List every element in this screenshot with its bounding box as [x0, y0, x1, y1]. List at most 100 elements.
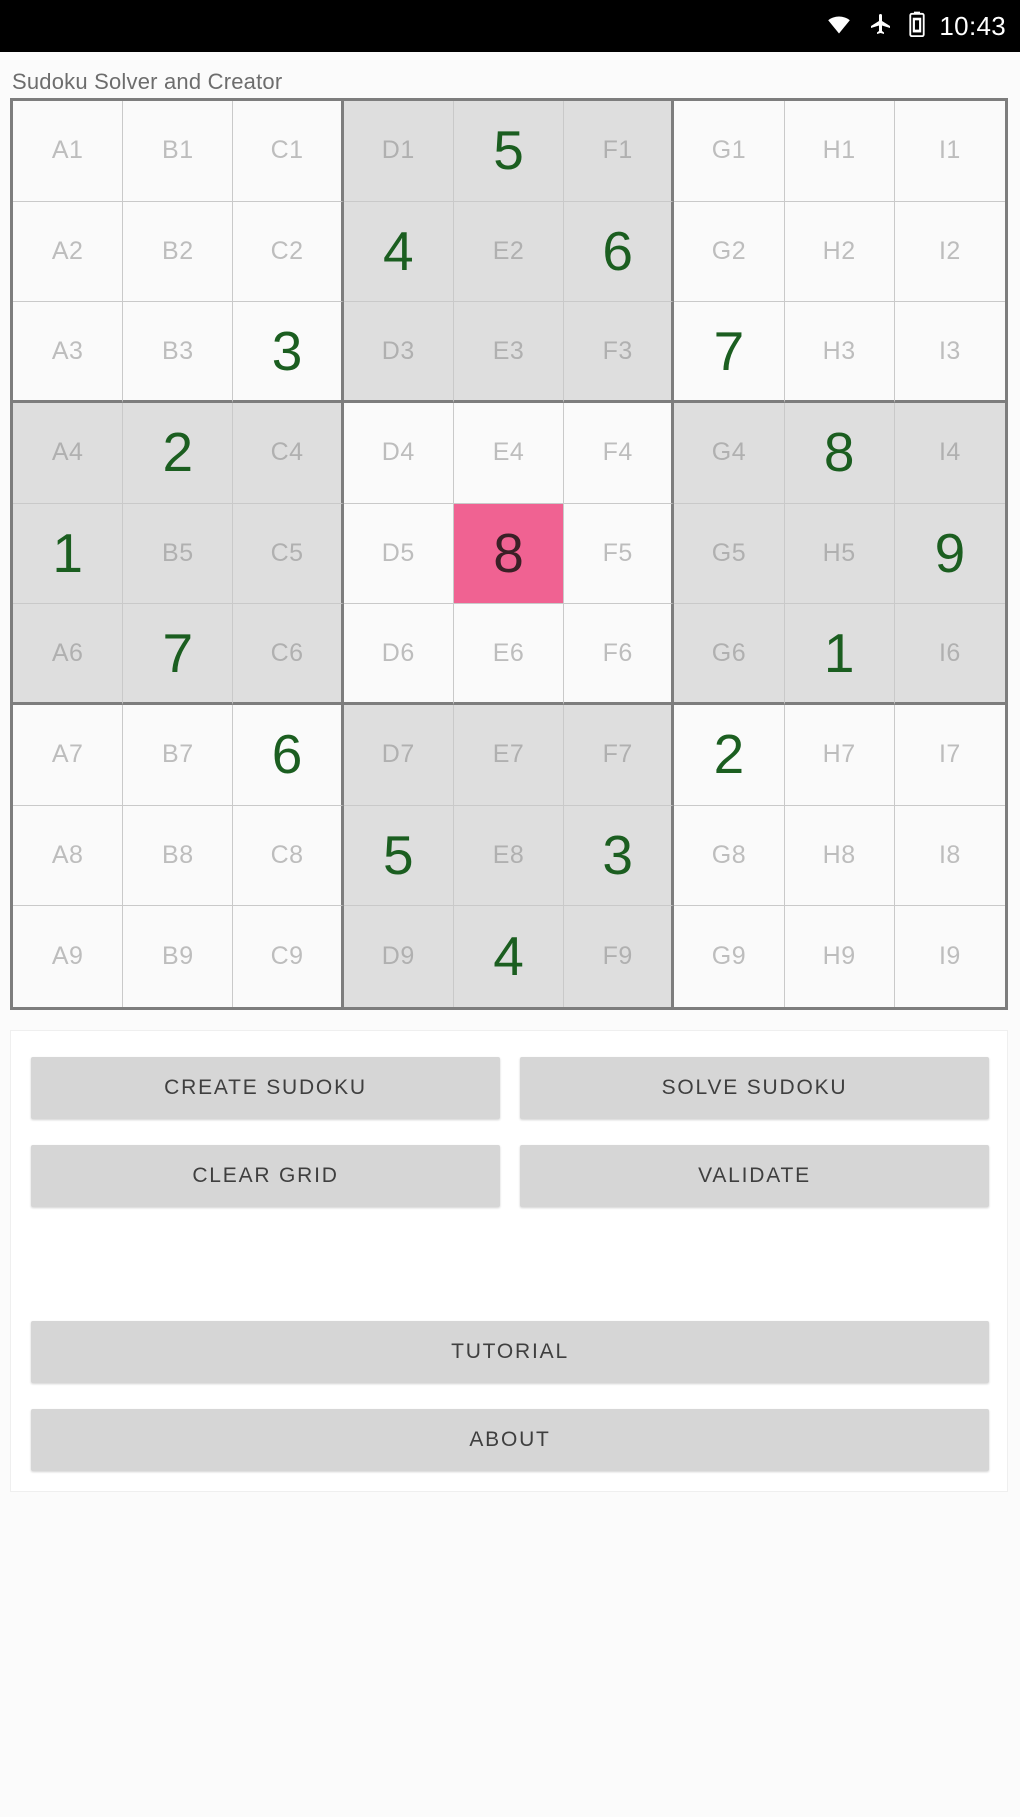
grid-cell-h6[interactable]: 1	[784, 604, 895, 705]
grid-cell-a2[interactable]: A2	[13, 201, 124, 303]
grid-cell-d5[interactable]: D5	[343, 503, 454, 605]
grid-cell-a7[interactable]: A7	[13, 704, 124, 806]
grid-cell-e3[interactable]: E3	[453, 302, 565, 403]
grid-cell-e8[interactable]: E8	[453, 805, 565, 907]
grid-cell-b9[interactable]: B9	[123, 906, 234, 1007]
grid-cell-b3[interactable]: B3	[123, 302, 234, 403]
grid-cell-a4[interactable]: A4	[13, 402, 124, 504]
grid-cell-b2[interactable]: B2	[123, 201, 234, 303]
grid-cell-h7[interactable]: H7	[784, 704, 895, 806]
grid-cell-f1[interactable]: F1	[564, 101, 675, 202]
grid-cell-h1[interactable]: H1	[784, 101, 895, 202]
grid-cell-g4[interactable]: G4	[674, 402, 785, 504]
grid-cell-f2[interactable]: 6	[564, 201, 675, 303]
grid-cell-h3[interactable]: H3	[784, 302, 895, 403]
grid-cell-b4[interactable]: 2	[123, 402, 234, 504]
grid-cell-d6[interactable]: D6	[343, 604, 454, 705]
grid-cell-g7[interactable]: 2	[674, 704, 785, 806]
grid-cell-b7[interactable]: B7	[123, 704, 234, 806]
cell-coordinate-label: B7	[162, 740, 194, 769]
grid-cell-i5[interactable]: 9	[894, 503, 1005, 605]
grid-cell-f9[interactable]: F9	[564, 906, 675, 1007]
cell-coordinate-label: G5	[711, 538, 747, 567]
grid-cell-e4[interactable]: E4	[453, 402, 565, 504]
grid-cell-h4[interactable]: 8	[784, 402, 895, 504]
grid-cell-e7[interactable]: E7	[453, 704, 565, 806]
grid-cell-c3[interactable]: 3	[233, 302, 344, 403]
grid-cell-i2[interactable]: I2	[894, 201, 1005, 303]
grid-cell-f4[interactable]: F4	[564, 402, 675, 504]
grid-cell-e6[interactable]: E6	[453, 604, 565, 705]
tutorial-button[interactable]: TUTORIAL	[31, 1321, 989, 1383]
about-button[interactable]: ABOUT	[31, 1409, 989, 1471]
grid-cell-g8[interactable]: G8	[674, 805, 785, 907]
grid-cell-h8[interactable]: H8	[784, 805, 895, 907]
grid-cell-a3[interactable]: A3	[13, 302, 124, 403]
grid-cell-f5[interactable]: F5	[564, 503, 675, 605]
grid-cell-d1[interactable]: D1	[343, 101, 454, 202]
grid-cell-i7[interactable]: I7	[894, 704, 1005, 806]
grid-cell-c2[interactable]: C2	[233, 201, 344, 303]
grid-cell-c9[interactable]: C9	[233, 906, 344, 1007]
grid-cell-c4[interactable]: C4	[233, 402, 344, 504]
create-sudoku-button[interactable]: CREATE SUDOKU	[31, 1057, 500, 1119]
grid-cell-a5[interactable]: 1	[13, 503, 124, 605]
grid-cell-c1[interactable]: C1	[233, 101, 344, 202]
grid-cell-f3[interactable]: F3	[564, 302, 675, 403]
grid-cell-g3[interactable]: 7	[674, 302, 785, 403]
cell-coordinate-label: D9	[381, 942, 415, 971]
grid-cell-h2[interactable]: H2	[784, 201, 895, 303]
grid-cell-b6[interactable]: 7	[123, 604, 234, 705]
grid-cell-f7[interactable]: F7	[564, 704, 675, 806]
grid-cell-b1[interactable]: B1	[123, 101, 234, 202]
grid-cell-b5[interactable]: B5	[123, 503, 234, 605]
grid-cell-d7[interactable]: D7	[343, 704, 454, 806]
grid-cell-a1[interactable]: A1	[13, 101, 124, 202]
grid-cell-f6[interactable]: F6	[564, 604, 675, 705]
grid-cell-d2[interactable]: 4	[343, 201, 454, 303]
grid-cell-i1[interactable]: I1	[894, 101, 1005, 202]
grid-cell-c7[interactable]: 6	[233, 704, 344, 806]
grid-cell-a8[interactable]: A8	[13, 805, 124, 907]
grid-cell-a9[interactable]: A9	[13, 906, 124, 1007]
cell-coordinate-label: I6	[938, 638, 961, 667]
grid-cell-h5[interactable]: H5	[784, 503, 895, 605]
grid-cell-g6[interactable]: G6	[674, 604, 785, 705]
grid-cell-i4[interactable]: I4	[894, 402, 1005, 504]
grid-cell-c5[interactable]: C5	[233, 503, 344, 605]
clear-grid-button[interactable]: CLEAR GRID	[31, 1145, 500, 1207]
solve-sudoku-button[interactable]: SOLVE SUDOKU	[520, 1057, 989, 1119]
secondary-button-row: CLEAR GRID VALIDATE	[31, 1145, 989, 1207]
cell-coordinate-label: B3	[162, 336, 194, 365]
grid-cell-e5[interactable]: 8	[453, 503, 565, 605]
cell-value: 8	[493, 521, 524, 584]
grid-cell-i3[interactable]: I3	[894, 302, 1005, 403]
cell-coordinate-label: H1	[822, 136, 856, 165]
grid-cell-h9[interactable]: H9	[784, 906, 895, 1007]
sudoku-grid[interactable]: A1 B1 C1 D1 5 F1 G1 H1 I1 A2 B2 C2 4 E2 6 G2 H2 I2 A3 B3 3 D3…	[10, 98, 1008, 1010]
grid-cell-i6[interactable]: I6	[894, 604, 1005, 705]
grid-cell-i8[interactable]: I8	[894, 805, 1005, 907]
grid-cell-c8[interactable]: C8	[233, 805, 344, 907]
grid-cell-e2[interactable]: E2	[453, 201, 565, 303]
cell-coordinate-label: F7	[602, 740, 633, 769]
grid-cell-b8[interactable]: B8	[123, 805, 234, 907]
grid-cell-d9[interactable]: D9	[343, 906, 454, 1007]
grid-cell-g1[interactable]: G1	[674, 101, 785, 202]
grid-cell-a6[interactable]: A6	[13, 604, 124, 705]
grid-cell-d8[interactable]: 5	[343, 805, 454, 907]
grid-cell-e1[interactable]: 5	[453, 101, 565, 202]
grid-cell-d3[interactable]: D3	[343, 302, 454, 403]
grid-cell-d4[interactable]: D4	[343, 402, 454, 504]
validate-button[interactable]: VALIDATE	[520, 1145, 989, 1207]
grid-cell-e9[interactable]: 4	[453, 906, 565, 1007]
grid-cell-g9[interactable]: G9	[674, 906, 785, 1007]
grid-cell-g5[interactable]: G5	[674, 503, 785, 605]
grid-cell-f8[interactable]: 3	[564, 805, 675, 907]
grid-cell-c6[interactable]: C6	[233, 604, 344, 705]
cell-coordinate-label: A2	[51, 236, 84, 265]
grid-cell-i9[interactable]: I9	[894, 906, 1005, 1007]
cell-coordinate-label: F3	[602, 336, 633, 365]
grid-cell-g2[interactable]: G2	[674, 201, 785, 303]
cell-coordinate-label: D7	[381, 740, 415, 769]
